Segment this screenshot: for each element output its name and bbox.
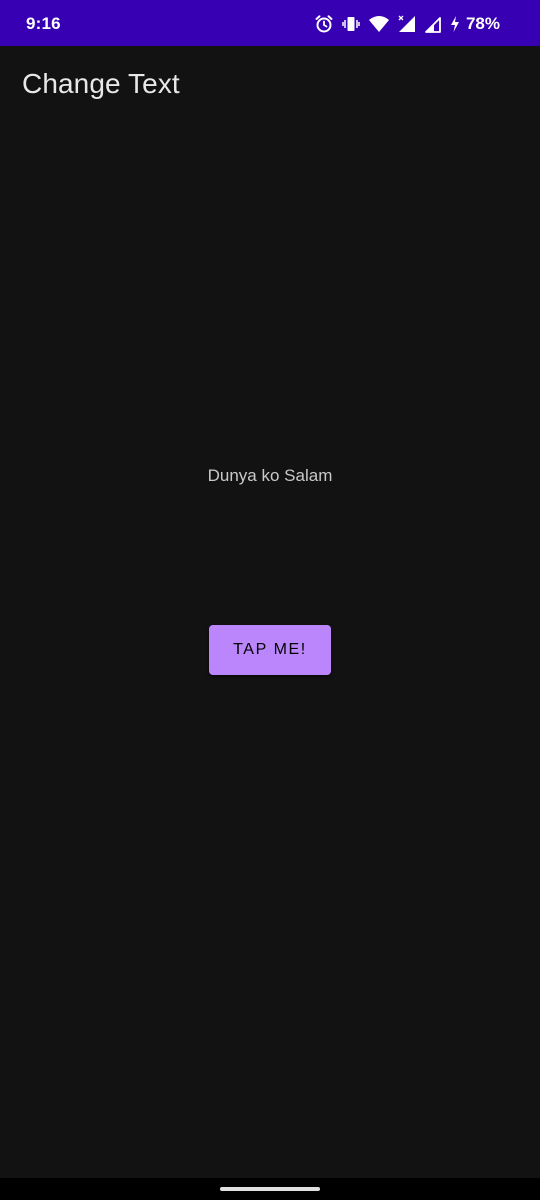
alarm-icon — [314, 14, 334, 34]
vibrate-icon — [341, 14, 361, 34]
wifi-icon — [368, 14, 390, 34]
message-text: Dunya ko Salam — [207, 466, 333, 485]
tap-me-button[interactable]: TAP ME! — [209, 625, 331, 675]
navigation-bar — [0, 1178, 540, 1200]
battery-percent: 78% — [465, 14, 500, 33]
status-time: 9:16 — [26, 14, 61, 33]
status-icons: 78% — [314, 14, 500, 34]
home-gesture-handle[interactable] — [220, 1187, 320, 1191]
charging-icon — [449, 14, 461, 34]
signal-icon — [424, 14, 442, 34]
signal-icon — [397, 14, 417, 34]
app-bar: Change Text — [0, 46, 540, 126]
status-bar: 9:16 78% — [0, 0, 540, 46]
page-title: Change Text — [22, 68, 180, 99]
